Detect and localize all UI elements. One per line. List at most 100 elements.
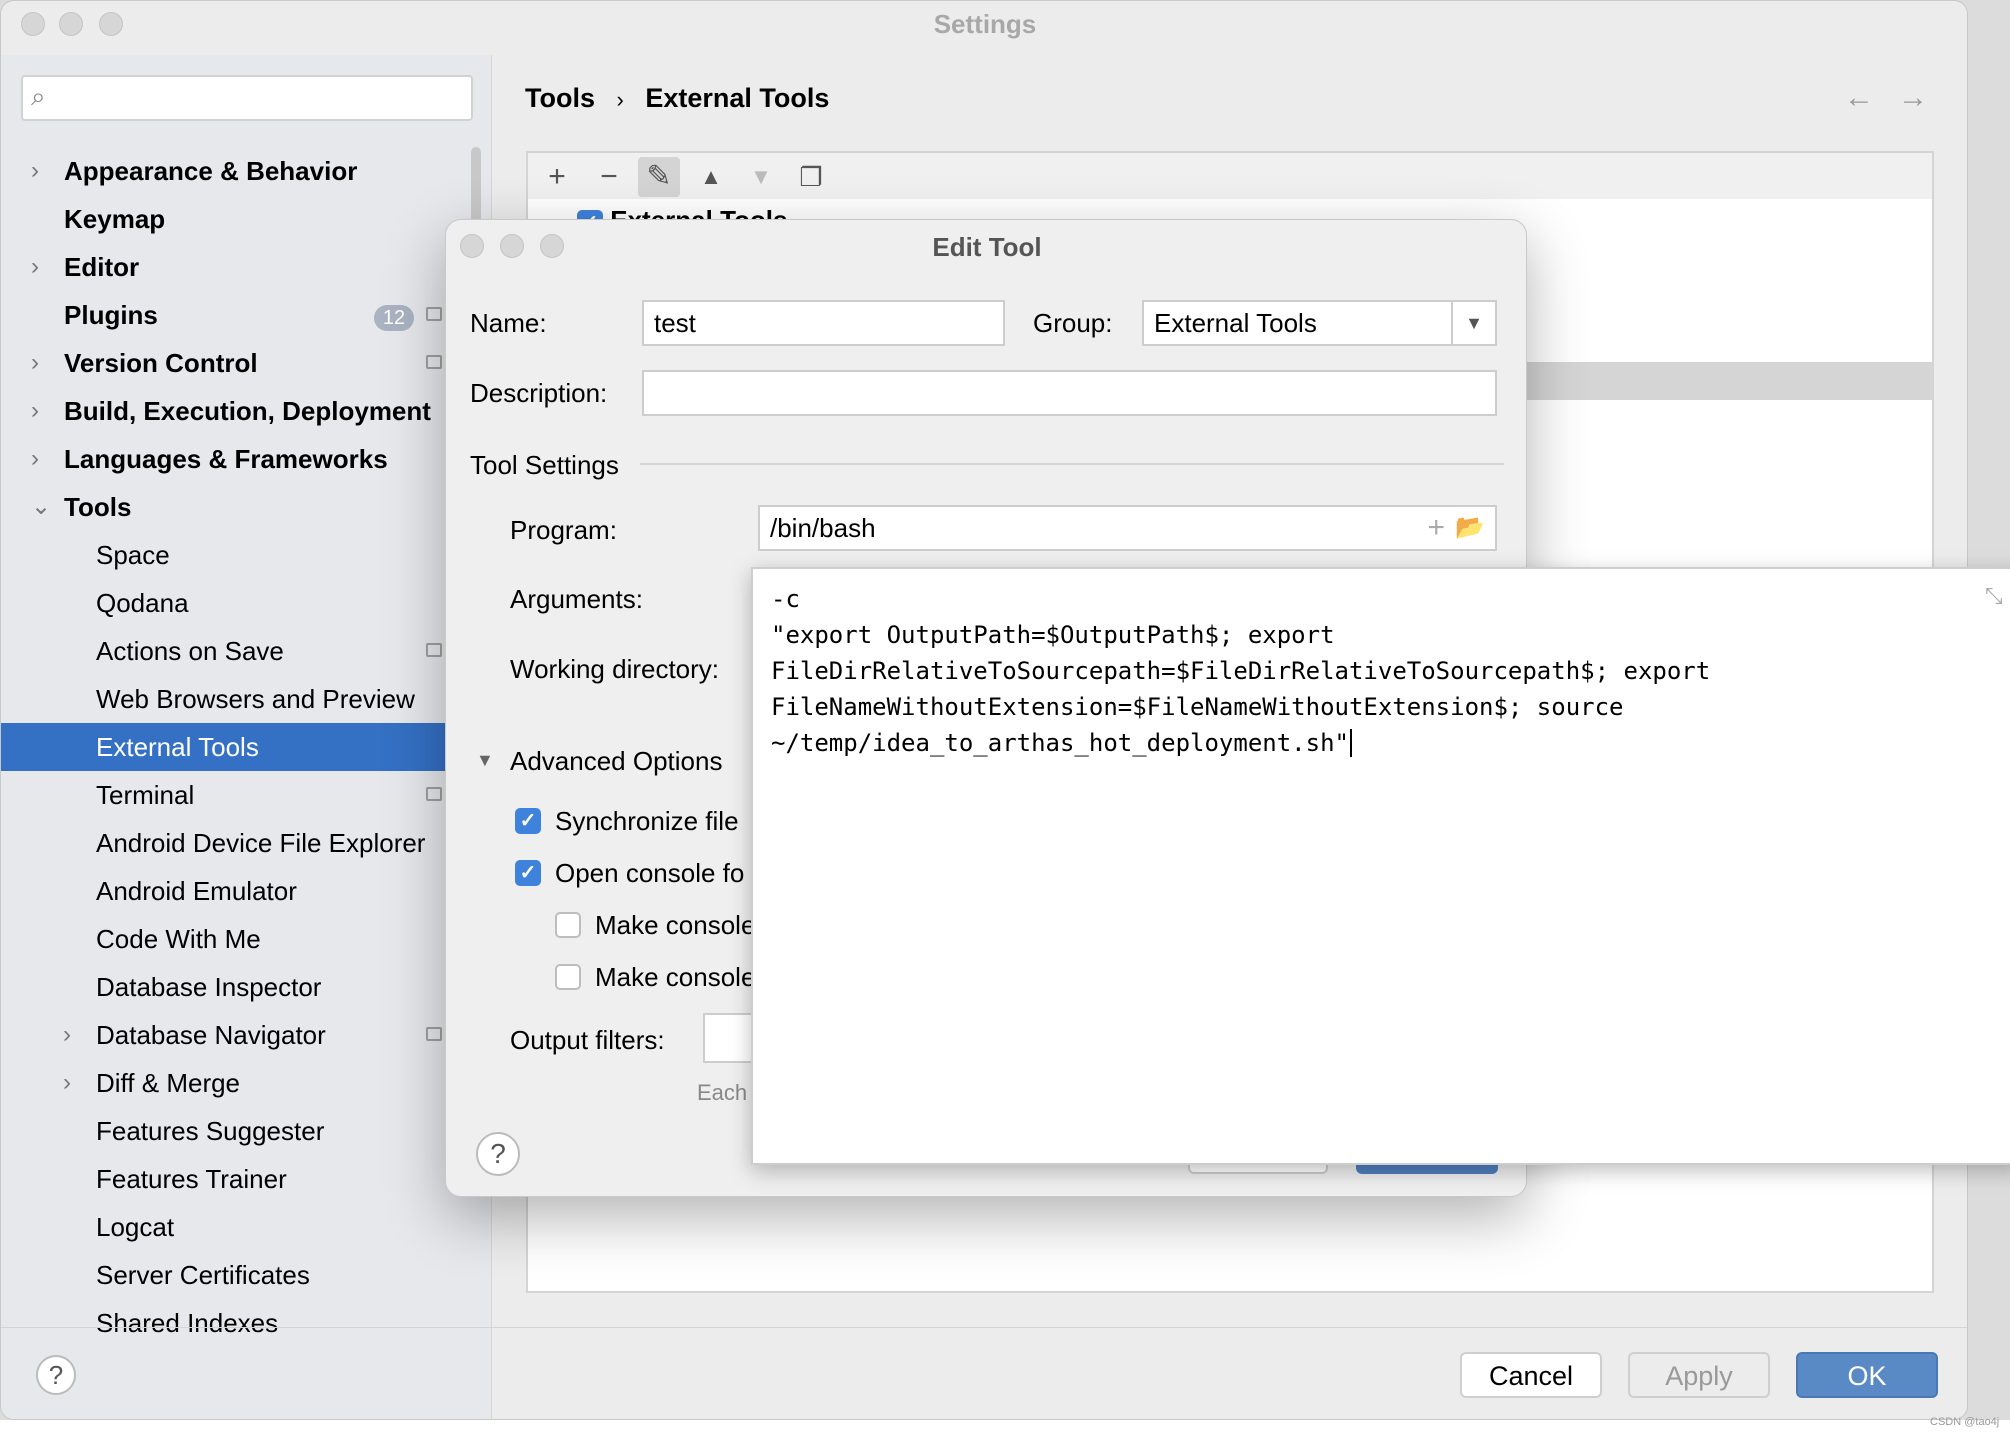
sidebar-item[interactable]: › Database Navigator (1, 1011, 481, 1059)
window-title: Settings (933, 9, 1037, 39)
help-button[interactable]: ? (36, 1355, 76, 1395)
sidebar-item[interactable]: ⌄ Tools (1, 483, 481, 531)
copy-icon[interactable]: ❐ (790, 157, 832, 197)
project-level-icon (426, 787, 442, 801)
sidebar-item-label: Diff & Merge (96, 1068, 241, 1098)
sidebar-item[interactable]: External Tools (1, 723, 481, 771)
apply-button[interactable]: Apply (1628, 1352, 1770, 1398)
chevron-right-icon[interactable]: › (31, 387, 39, 435)
chevron-right-icon[interactable]: › (63, 1059, 71, 1107)
sidebar-item[interactable]: Database Inspector (1, 963, 481, 1011)
sidebar-item-label: Editor (64, 252, 140, 282)
sidebar-item-label: External Tools (96, 732, 259, 762)
chevron-right-icon[interactable]: › (31, 243, 39, 291)
sidebar-item-label: Tools (64, 492, 132, 522)
program-label: Program: (510, 515, 617, 545)
sidebar-item[interactable]: › Version Control (1, 339, 481, 387)
sidebar-item-label: Qodana (96, 588, 189, 618)
sidebar-item[interactable]: Plugins 12 (1, 291, 481, 339)
chevron-down-icon[interactable]: ⌄ (31, 483, 51, 531)
arguments-line: ~/temp/idea_to_arthas_hot_deployment.sh" (771, 729, 1352, 757)
make-console-active-stdout-checkbox[interactable] (555, 912, 581, 938)
program-input[interactable]: /bin/bash + 📂 (758, 505, 1497, 551)
background-editor-strip (0, 1420, 2010, 1438)
open-console-checkbox[interactable]: ✓ (515, 860, 541, 886)
sidebar-item[interactable]: Android Device File Explorer (1, 819, 481, 867)
sidebar-item[interactable]: Actions on Save (1, 627, 481, 675)
open-console-label: Open console fo (555, 858, 745, 888)
description-input[interactable] (642, 370, 1497, 416)
sidebar-item[interactable]: Logcat (1, 1203, 481, 1251)
sidebar-item[interactable]: Keymap (1, 195, 481, 243)
collapse-triangle-icon[interactable]: ▼ (476, 750, 494, 771)
project-level-icon (426, 355, 442, 369)
sidebar-item[interactable]: Terminal (1, 771, 481, 819)
sidebar-item-label: Plugins (64, 300, 158, 330)
sidebar-item-label: Android Device File Explorer (96, 828, 426, 858)
search-icon: ⌕ (31, 81, 46, 111)
arguments-line: "export OutputPath=$OutputPath$; export (771, 621, 1335, 649)
sidebar-item[interactable]: › Build, Execution, Deployment (1, 387, 481, 435)
breadcrumb-current: External Tools (645, 83, 830, 113)
add-icon[interactable]: + (536, 157, 578, 197)
ok-button[interactable]: OK (1796, 1352, 1938, 1398)
folder-icon[interactable]: 📂 (1455, 507, 1485, 549)
sidebar-item-label: Features Trainer (96, 1164, 287, 1194)
sidebar-item[interactable]: Web Browsers and Preview (1, 675, 481, 723)
collapse-editor-icon[interactable]: ⤡ (1985, 583, 2003, 609)
sidebar-item-label: Web Browsers and Preview (96, 684, 415, 714)
sidebar-item[interactable]: Android Emulator (1, 867, 481, 915)
tool-settings-heading: Tool Settings (470, 450, 619, 480)
advanced-options-toggle[interactable]: Advanced Options (510, 746, 722, 777)
name-input[interactable]: test (642, 300, 1005, 346)
back-arrow-icon[interactable]: ← (1844, 81, 1874, 115)
chevron-right-icon[interactable]: › (63, 1011, 71, 1059)
make-console-active-stderr-checkbox[interactable] (555, 964, 581, 990)
settings-search-input[interactable]: ⌕ (21, 75, 473, 121)
make-console-stderr-label: Make console (595, 962, 756, 992)
sidebar-item[interactable]: Features Suggester (1, 1107, 481, 1155)
chevron-right-icon[interactable]: › (31, 147, 39, 195)
sidebar-item[interactable]: › Appearance & Behavior (1, 147, 481, 195)
edit-pencil-icon[interactable]: ✎ (638, 157, 680, 197)
synchronize-files-checkbox[interactable]: ✓ (515, 808, 541, 834)
sidebar-item-label: Database Navigator (96, 1020, 326, 1050)
arguments-expanded-editor[interactable]: -c "export OutputPath=$OutputPath$; expo… (751, 567, 2010, 1165)
dialog-title: Edit Tool (932, 232, 1042, 262)
project-level-icon (426, 1027, 442, 1041)
sidebar-item[interactable]: Code With Me (1, 915, 481, 963)
sidebar-item[interactable]: Features Trainer (1, 1155, 481, 1203)
sidebar-item[interactable]: Shared Indexes (1, 1299, 481, 1347)
sidebar-item-label: Logcat (96, 1212, 175, 1242)
cancel-button[interactable]: Cancel (1460, 1352, 1602, 1398)
sidebar-item[interactable]: Qodana (1, 579, 481, 627)
program-value: /bin/bash (770, 513, 876, 543)
project-level-icon (426, 307, 442, 321)
remove-icon[interactable]: − (588, 157, 630, 197)
sidebar-item[interactable]: › Diff & Merge (1, 1059, 481, 1107)
move-up-icon[interactable]: ▲ (690, 157, 732, 197)
breadcrumb-parent[interactable]: Tools (525, 83, 595, 113)
sidebar-item-label: Database Inspector (96, 972, 322, 1002)
chevron-right-icon[interactable]: › (31, 435, 39, 483)
sidebar-item[interactable]: › Languages & Frameworks (1, 435, 481, 483)
sidebar-item-label: Code With Me (96, 924, 261, 954)
synchronize-files-label: Synchronize file (555, 806, 739, 836)
sidebar-item[interactable]: Server Certificates (1, 1251, 481, 1299)
sidebar-item-label: Build, Execution, Deployment (64, 396, 431, 426)
forward-arrow-icon[interactable]: → (1898, 81, 1928, 115)
arguments-label: Arguments: (510, 584, 643, 614)
group-select-value: External Tools (1154, 308, 1317, 338)
sidebar-item[interactable]: Space (1, 531, 481, 579)
footer-divider (1, 1327, 1967, 1328)
insert-macro-icon[interactable]: + (1427, 507, 1445, 549)
breadcrumb-separator: › (616, 87, 624, 112)
sidebar-item-label: Version Control (64, 348, 258, 378)
group-select[interactable]: External Tools ▼ (1142, 300, 1497, 346)
dialog-help-button[interactable]: ? (476, 1132, 520, 1176)
sidebar-item-label: Android Emulator (96, 876, 297, 906)
sidebar-item[interactable]: › Editor (1, 243, 481, 291)
sidebar-item-label: Languages & Frameworks (64, 444, 388, 474)
move-down-icon[interactable]: ▼ (740, 157, 782, 197)
chevron-right-icon[interactable]: › (31, 339, 39, 387)
